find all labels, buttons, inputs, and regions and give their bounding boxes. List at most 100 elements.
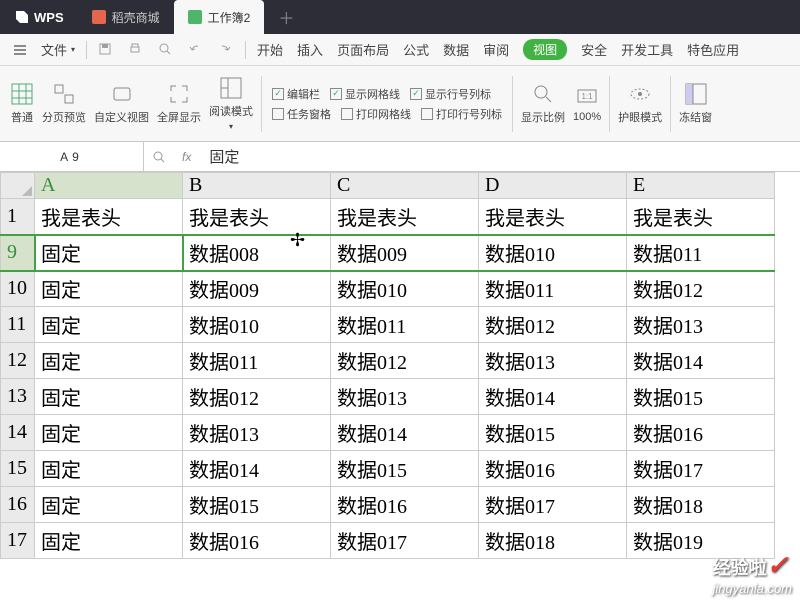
cell[interactable]: 我是表头 <box>183 199 331 235</box>
fx-icon[interactable]: fx <box>174 150 199 164</box>
cell[interactable]: 数据010 <box>331 271 479 307</box>
cell[interactable]: 数据016 <box>331 487 479 523</box>
menu-home[interactable]: 开始 <box>250 34 290 66</box>
check-gridlines[interactable]: ✓显示网格线 <box>330 86 400 102</box>
cell[interactable]: 数据013 <box>183 415 331 451</box>
menu-special[interactable]: 特色应用 <box>680 34 746 66</box>
qat-print[interactable] <box>121 34 151 66</box>
zoom-button[interactable]: 显示比例 <box>517 78 569 129</box>
cell[interactable]: 数据014 <box>627 343 775 379</box>
col-header-A[interactable]: A <box>35 173 183 199</box>
col-header-E[interactable]: E <box>627 173 775 199</box>
cell[interactable]: 我是表头 <box>331 199 479 235</box>
cell[interactable]: 数据017 <box>331 523 479 559</box>
cell[interactable]: 数据012 <box>627 271 775 307</box>
row-header-13[interactable]: 13 <box>1 379 35 415</box>
col-header-D[interactable]: D <box>479 173 627 199</box>
cell[interactable]: 数据015 <box>479 415 627 451</box>
view-pagebreak-button[interactable]: 分页预览 <box>38 78 90 129</box>
cell[interactable]: 固定 <box>35 415 183 451</box>
check-print-grid[interactable]: 打印网格线 <box>341 106 411 122</box>
file-menu[interactable]: 文件 ▾ <box>34 34 82 66</box>
row-header-12[interactable]: 12 <box>1 343 35 379</box>
cell[interactable]: 固定 <box>35 307 183 343</box>
row-header-10[interactable]: 10 <box>1 271 35 307</box>
menu-dev[interactable]: 开发工具 <box>614 34 680 66</box>
eye-care-button[interactable]: 护眼模式 <box>614 78 666 129</box>
view-fullscreen-button[interactable]: 全屏显示 <box>153 78 205 129</box>
zoom-100-button[interactable]: 1:1 100% <box>569 80 605 127</box>
row-header-15[interactable]: 15 <box>1 451 35 487</box>
check-print-head[interactable]: 打印行号列标 <box>421 106 502 122</box>
qat-preview[interactable] <box>151 34 181 66</box>
menu-review[interactable]: 审阅 <box>476 34 516 66</box>
view-reading-button[interactable]: 阅读模式▾ <box>205 72 257 135</box>
cell[interactable]: 我是表头 <box>35 199 183 235</box>
cell[interactable]: 数据011 <box>479 271 627 307</box>
menu-data[interactable]: 数据 <box>436 34 476 66</box>
cell[interactable]: 数据009 <box>183 271 331 307</box>
cell[interactable]: 固定 <box>35 271 183 307</box>
qat-undo[interactable] <box>181 34 211 66</box>
cell[interactable]: 数据016 <box>183 523 331 559</box>
tab-workbook[interactable]: 工作簿2 <box>174 0 265 34</box>
cell[interactable]: 数据011 <box>627 235 775 271</box>
check-formula-bar[interactable]: ✓编辑栏 <box>272 86 320 102</box>
formula-input[interactable]: 固定 <box>199 146 800 167</box>
cell[interactable]: 固定 <box>35 343 183 379</box>
row-header-11[interactable]: 11 <box>1 307 35 343</box>
cell[interactable]: 数据014 <box>183 451 331 487</box>
name-box[interactable]: A9 <box>0 142 144 171</box>
cell[interactable]: 数据018 <box>627 487 775 523</box>
cell[interactable]: 数据017 <box>479 487 627 523</box>
row-header-16[interactable]: 16 <box>1 487 35 523</box>
cell[interactable]: 数据016 <box>627 415 775 451</box>
col-header-C[interactable]: C <box>331 173 479 199</box>
search-icon[interactable] <box>144 150 174 164</box>
view-custom-button[interactable]: 自定义视图 <box>90 78 153 129</box>
cell[interactable]: 数据016 <box>479 451 627 487</box>
cell[interactable]: 数据014 <box>479 379 627 415</box>
cell[interactable]: 我是表头 <box>479 199 627 235</box>
cell[interactable]: 数据013 <box>479 343 627 379</box>
cell[interactable]: 数据010 <box>183 307 331 343</box>
cell[interactable]: 固定 <box>35 451 183 487</box>
col-header-B[interactable]: B <box>183 173 331 199</box>
cell[interactable]: 数据017 <box>627 451 775 487</box>
cell[interactable]: 固定 <box>35 379 183 415</box>
cell[interactable]: 数据015 <box>183 487 331 523</box>
menu-security[interactable]: 安全 <box>574 34 614 66</box>
freeze-panes-button[interactable]: 冻结窗 <box>675 78 716 129</box>
cell[interactable]: 数据011 <box>331 307 479 343</box>
menu-formula[interactable]: 公式 <box>396 34 436 66</box>
cell[interactable]: 数据008 <box>183 235 331 271</box>
row-header-1[interactable]: 1 <box>1 199 35 235</box>
row-header-14[interactable]: 14 <box>1 415 35 451</box>
hamburger-icon[interactable] <box>6 34 34 66</box>
tab-mall[interactable]: 稻壳商城 <box>78 0 174 34</box>
cell[interactable]: 数据012 <box>479 307 627 343</box>
view-normal-button[interactable]: 普通 <box>6 78 38 129</box>
cell[interactable]: 数据013 <box>331 379 479 415</box>
spreadsheet-grid[interactable]: ABCDE1我是表头我是表头我是表头我是表头我是表头9固定数据008数据009数… <box>0 172 800 600</box>
new-tab-button[interactable]: ＋ <box>264 5 308 29</box>
cell[interactable]: 数据012 <box>331 343 479 379</box>
cell[interactable]: 数据014 <box>331 415 479 451</box>
cell[interactable]: 数据013 <box>627 307 775 343</box>
cell[interactable]: 固定 <box>35 487 183 523</box>
cell[interactable]: 数据015 <box>331 451 479 487</box>
cell[interactable]: 数据015 <box>627 379 775 415</box>
menu-layout[interactable]: 页面布局 <box>330 34 396 66</box>
check-headings[interactable]: ✓显示行号列标 <box>410 86 491 102</box>
cell[interactable]: 我是表头 <box>627 199 775 235</box>
row-header-9[interactable]: 9 <box>1 235 35 271</box>
menu-insert[interactable]: 插入 <box>290 34 330 66</box>
check-taskpane[interactable]: 任务窗格 <box>272 106 331 122</box>
cell[interactable]: 数据012 <box>183 379 331 415</box>
qat-save[interactable] <box>91 34 121 66</box>
cell[interactable]: 固定 <box>35 523 183 559</box>
row-header-17[interactable]: 17 <box>1 523 35 559</box>
cell[interactable]: 数据018 <box>479 523 627 559</box>
cell[interactable]: 固定 <box>35 235 183 271</box>
menu-view[interactable]: 视图 <box>516 34 574 66</box>
